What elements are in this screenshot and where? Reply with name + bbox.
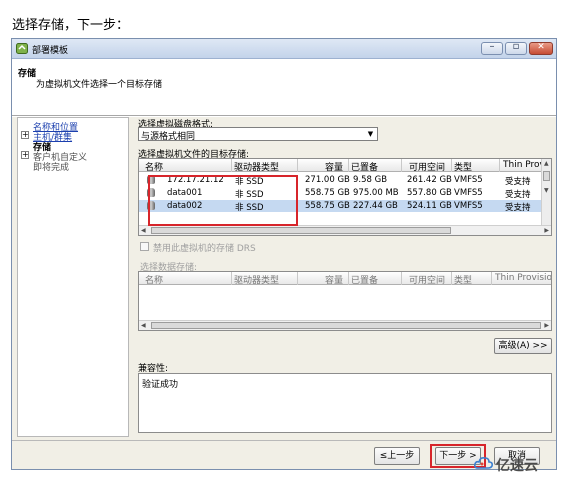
free-space: 524.11 GB (407, 201, 452, 211)
scroll-left-icon[interactable]: ◀ (141, 227, 146, 234)
fs-type: VMFS5 (454, 188, 483, 198)
back-button[interactable]: ≤上一步 (374, 447, 420, 465)
scroll-right-icon[interactable]: ▶ (544, 227, 549, 234)
thin-provisioning: 受支持 (505, 203, 531, 213)
column-header: 容量 (325, 276, 344, 286)
disable-sdrs-label: 禁用此虚拟机的存储 DRS (153, 244, 256, 254)
deploy-template-window: 部署模板 – ▫ ✕ 存储 为虚拟机文件选择一个目标存储 名称和位置 + 主机/… (11, 38, 557, 470)
compatibility-box: 验证成功 (138, 373, 552, 433)
storage-panel: 选择虚拟磁盘格式: 与源格式相同 ▼ 选择虚拟机文件的目标存储: 名称 驱动器类… (136, 117, 556, 435)
app-icon (16, 43, 28, 54)
watermark-text: 亿速云 (496, 458, 538, 474)
expand-icon[interactable]: + (21, 151, 29, 159)
horizontal-scrollbar[interactable]: ◀ ▶ (139, 225, 551, 235)
window-title: 部署模板 (32, 46, 69, 56)
column-header: 名称 (145, 276, 164, 286)
column-header: 已置备 (351, 276, 379, 286)
datastore-table-header: 名称 驱动器类型 容量 已置备 可用空间 类型 Thin Provision (139, 272, 552, 286)
provisioned: 9.58 GB (353, 175, 388, 185)
minimize-icon: – (489, 41, 495, 52)
provisioned: 227.44 GB (353, 201, 398, 211)
column-header: 类型 (454, 276, 473, 286)
thin-provisioning: 受支持 (505, 190, 531, 200)
capacity: 271.00 GB (305, 175, 350, 185)
column-header[interactable]: 类型 (454, 160, 472, 173)
maximize-icon: ▫ (512, 41, 520, 52)
scroll-thumb[interactable] (543, 171, 550, 181)
expand-icon[interactable]: + (21, 131, 29, 139)
scroll-right-icon[interactable]: ▶ (544, 322, 549, 329)
step-subtitle: 为虚拟机文件选择一个目标存储 (36, 80, 163, 90)
scroll-down-icon[interactable]: ▼ (544, 187, 549, 194)
cloud-logo-icon (474, 457, 493, 469)
footer-divider (12, 440, 556, 441)
column-header[interactable]: 容量 (325, 160, 343, 173)
watermark: 亿速云 (474, 452, 562, 474)
column-header[interactable]: 名称 (145, 160, 163, 173)
datastore-table: 名称 驱动器类型 容量 已置备 可用空间 类型 Thin Provision ◀ (138, 271, 552, 331)
scroll-thumb[interactable] (151, 227, 451, 234)
disk-format-value: 与源格式相同 (141, 132, 196, 142)
scroll-up-icon[interactable]: ▲ (544, 160, 549, 167)
free-space: 261.42 GB (407, 175, 452, 185)
fs-type: VMFS5 (454, 175, 483, 185)
column-header[interactable]: Thin Prov (503, 160, 545, 170)
advanced-button[interactable]: 高级(A) >> (494, 338, 552, 354)
maximize-button[interactable]: ▫ (505, 41, 527, 55)
capacity: 558.75 GB (305, 201, 350, 211)
disable-sdrs-checkbox[interactable] (140, 242, 149, 251)
disk-format-select[interactable]: 与源格式相同 ▼ (138, 127, 378, 142)
compatibility-status: 验证成功 (142, 380, 179, 390)
step-title: 存储 (18, 69, 37, 79)
wizard-header: 存储 为虚拟机文件选择一个目标存储 (12, 60, 556, 116)
title-bar: 部署模板 – ▫ ✕ (12, 39, 556, 59)
vertical-scrollbar[interactable]: ▲ ▼ (541, 159, 551, 225)
dropdown-arrow-icon: ▼ (367, 130, 374, 138)
column-header[interactable]: 可用空间 (409, 160, 445, 173)
thin-provisioning: 受支持 (505, 177, 531, 187)
column-header: 可用空间 (409, 276, 446, 286)
free-space: 557.80 GB (407, 188, 452, 198)
column-header: 驱动器类型 (234, 276, 280, 286)
column-header[interactable]: 驱动器类型 (234, 160, 279, 173)
horizontal-scrollbar[interactable]: ◀ ▶ (139, 320, 551, 330)
step-ready-to-complete: 即将完成 (33, 163, 70, 173)
close-button[interactable]: ✕ (529, 42, 553, 55)
annotation-highlight-box (148, 175, 298, 226)
minimize-button[interactable]: – (481, 41, 503, 55)
page-caption: 选择存储，下一步： (12, 18, 130, 33)
column-header[interactable]: 已置备 (351, 160, 378, 173)
storage-table-header: 名称 驱动器类型 容量 已置备 可用空间 类型 Thin Prov (139, 159, 551, 173)
scroll-thumb[interactable] (151, 322, 541, 329)
fs-type: VMFS5 (454, 201, 483, 211)
close-icon: ✕ (537, 42, 545, 52)
provisioned: 975.00 MB (353, 188, 399, 198)
wizard-step-list: 名称和位置 + 主机/群集 存储 + 客户机自定义 即将完成 (17, 117, 129, 437)
wizard-body: 名称和位置 + 主机/群集 存储 + 客户机自定义 即将完成 选择虚拟磁盘格式:… (12, 117, 556, 469)
scroll-left-icon[interactable]: ◀ (141, 322, 146, 329)
column-header: Thin Provision (495, 273, 552, 283)
capacity: 558.75 GB (305, 188, 350, 198)
